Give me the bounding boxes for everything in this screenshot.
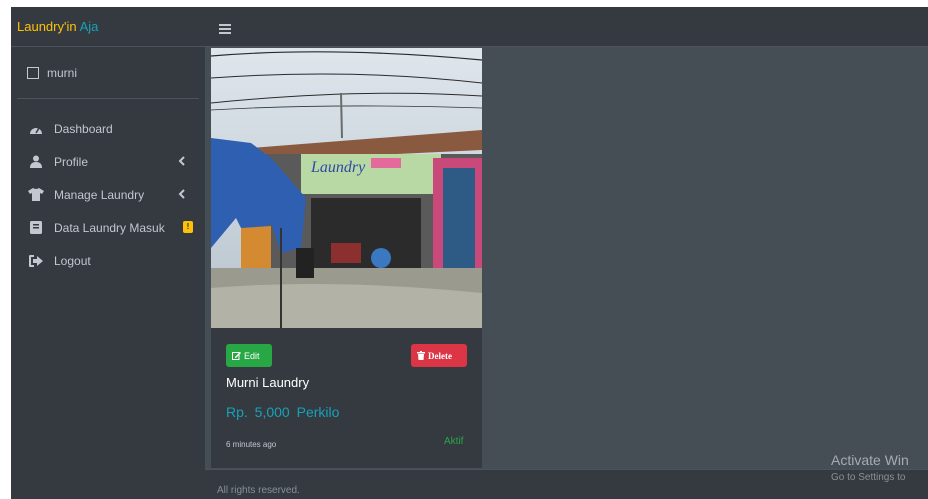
top-navbar: [205, 7, 928, 47]
sidebar: Laundry'in Aja murni Dashboard Profile M…: [11, 7, 205, 499]
edit-button[interactable]: Edit: [226, 344, 272, 367]
user-name: murni: [47, 65, 78, 80]
svg-text:Laundry: Laundry: [310, 159, 366, 176]
delete-button[interactable]: Delete: [411, 344, 467, 367]
chevron-left-icon: [178, 155, 188, 167]
laundry-price: Rp. 5,000 Perkilo: [226, 404, 339, 420]
sidebar-item-logout[interactable]: Logout: [11, 244, 205, 277]
footer-text: All rights reserved.: [217, 485, 300, 496]
sidebar-item-profile[interactable]: Profile: [11, 145, 205, 178]
sidebar-nav: Dashboard Profile Manage Laundry Data La…: [11, 99, 205, 277]
price-value: Rp. 5,000: [226, 404, 290, 420]
footer: All rights reserved.: [205, 469, 928, 499]
user-panel[interactable]: murni: [17, 47, 199, 99]
status-badge: Aktif: [444, 436, 464, 447]
delete-label: Delete: [428, 350, 452, 361]
activate-windows-subtext: Go to Settings to: [831, 472, 906, 483]
laundry-card: Laundry Edit Delete Murni Laundry Rp. 5,…: [211, 48, 482, 468]
main-content: Laundry Edit Delete Murni Laundry Rp. 5,…: [205, 47, 928, 469]
edit-label: Edit: [244, 350, 260, 361]
sidebar-item-label: Profile: [54, 154, 89, 169]
chevron-left-icon: [178, 188, 188, 200]
app-window: Laundry'in Aja murni Dashboard Profile M…: [11, 7, 928, 499]
activate-windows-watermark: Activate Win: [831, 452, 909, 468]
user-avatar-icon: [27, 66, 39, 79]
sidebar-item-dashboard[interactable]: Dashboard: [11, 112, 205, 145]
sidebar-item-label: Dashboard: [54, 121, 113, 136]
timestamp: 6 minutes ago: [226, 440, 277, 449]
sidebar-item-label: Logout: [54, 253, 91, 268]
edit-icon: [232, 352, 241, 360]
notification-badge: !: [183, 221, 193, 233]
sidebar-item-label: Manage Laundry: [54, 187, 145, 202]
brand-name-part2: Aja: [79, 19, 99, 34]
laundry-photo: Laundry: [211, 48, 482, 328]
sidebar-item-manage-laundry[interactable]: Manage Laundry: [11, 178, 205, 211]
user-icon: [28, 155, 44, 169]
menu-toggle-icon[interactable]: [219, 21, 231, 34]
brand-name-part1: Laundry'in: [17, 19, 77, 34]
sidebar-item-data-laundry-masuk[interactable]: Data Laundry Masuk !: [11, 211, 205, 244]
sign-out-icon: [28, 254, 44, 268]
price-unit: Perkilo: [296, 404, 340, 420]
laundry-title: Murni Laundry: [226, 375, 310, 390]
tachometer-icon: [28, 122, 44, 136]
sidebar-item-label: Data Laundry Masuk: [54, 220, 165, 235]
tshirt-icon: [28, 188, 44, 202]
trash-icon: [417, 351, 425, 360]
book-icon: [28, 221, 44, 235]
brand-logo[interactable]: Laundry'in Aja: [11, 7, 205, 47]
